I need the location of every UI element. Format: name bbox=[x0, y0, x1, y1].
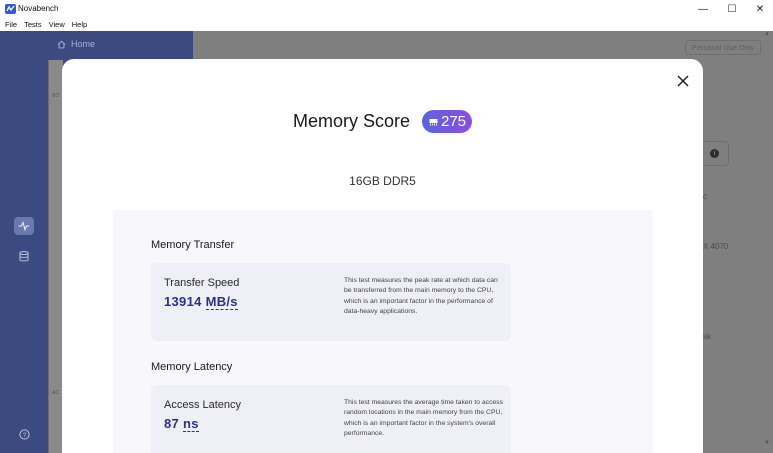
background-text: sk bbox=[703, 332, 711, 341]
test-card-latency: Access Latency 87 ns This test measures … bbox=[151, 385, 511, 453]
minimize-icon: — bbox=[698, 3, 708, 15]
memory-chip-icon bbox=[429, 118, 438, 126]
score-value: 275 bbox=[441, 113, 467, 130]
test-card-transfer: Transfer Speed 13914 MB/s This test meas… bbox=[151, 263, 511, 341]
window-close-button[interactable]: ✕ bbox=[745, 0, 773, 18]
app-content-dimmed: Home ? BO AC Personal Use Only i c X 407… bbox=[0, 31, 773, 453]
section-heading: Memory Transfer bbox=[151, 239, 235, 251]
scroll-down-arrow[interactable]: ▼ bbox=[764, 440, 770, 446]
test-value-unit[interactable]: MB/s bbox=[205, 294, 238, 310]
window-title: Novabench bbox=[18, 4, 59, 13]
scroll-up-arrow[interactable]: ▲ bbox=[764, 31, 770, 37]
minimize-button[interactable]: — bbox=[688, 0, 718, 18]
memory-spec: 16GB DDR5 bbox=[349, 174, 416, 188]
test-description: This test measures the average time take… bbox=[344, 399, 504, 437]
test-name: Transfer Speed bbox=[164, 277, 240, 289]
background-label: AC bbox=[52, 390, 59, 396]
section-heading: Memory Latency bbox=[151, 361, 233, 373]
info-icon: i bbox=[710, 149, 719, 158]
background-text: X 4070 bbox=[703, 242, 729, 251]
activity-icon bbox=[18, 221, 30, 231]
home-icon bbox=[57, 40, 66, 48]
storage-nav-button[interactable] bbox=[14, 247, 34, 265]
maximize-button[interactable]: ☐ bbox=[717, 0, 747, 18]
maximize-icon: ☐ bbox=[727, 3, 737, 15]
test-name: Access Latency bbox=[164, 399, 242, 411]
score-badge: 275 bbox=[422, 110, 473, 133]
test-value: 87 ns bbox=[164, 416, 199, 432]
window-title-bar: Novabench — ☐ ✕ bbox=[0, 0, 773, 18]
memory-score-modal: Memory Score 275 16GB DDR5 Memory Transf… bbox=[62, 59, 703, 453]
svg-text:?: ? bbox=[22, 432, 26, 439]
nav-home[interactable]: Home bbox=[57, 39, 95, 49]
help-button[interactable]: ? bbox=[14, 425, 34, 443]
window-close-icon: ✕ bbox=[755, 3, 765, 15]
menu-view[interactable]: View bbox=[49, 20, 65, 29]
test-value-number: 13914 bbox=[164, 294, 202, 309]
test-description: This test measures the peak rate at whic… bbox=[344, 277, 498, 315]
novabench-app-icon bbox=[5, 4, 16, 14]
nav-home-label: Home bbox=[71, 39, 96, 49]
test-value: 13914 MB/s bbox=[164, 294, 238, 310]
background-label: BO bbox=[52, 93, 60, 99]
help-icon: ? bbox=[18, 428, 30, 440]
menu-tests[interactable]: Tests bbox=[24, 20, 42, 29]
background-text: c bbox=[703, 192, 707, 201]
info-button[interactable]: i bbox=[700, 141, 729, 166]
menu-bar: File Tests View Help bbox=[0, 18, 773, 31]
personal-use-badge: Personal Use Only bbox=[685, 40, 761, 55]
benchmark-nav-button[interactable] bbox=[14, 217, 34, 235]
test-value-number: 87 bbox=[164, 416, 180, 431]
menu-file[interactable]: File bbox=[5, 20, 17, 29]
menu-help[interactable]: Help bbox=[72, 20, 87, 29]
test-value-unit[interactable]: ns bbox=[182, 416, 199, 432]
modal-header: Memory Score 275 bbox=[62, 110, 703, 133]
modal-title: Memory Score bbox=[292, 111, 410, 131]
close-icon bbox=[677, 75, 689, 87]
database-icon bbox=[19, 250, 29, 261]
modal-close-button[interactable] bbox=[674, 72, 692, 90]
